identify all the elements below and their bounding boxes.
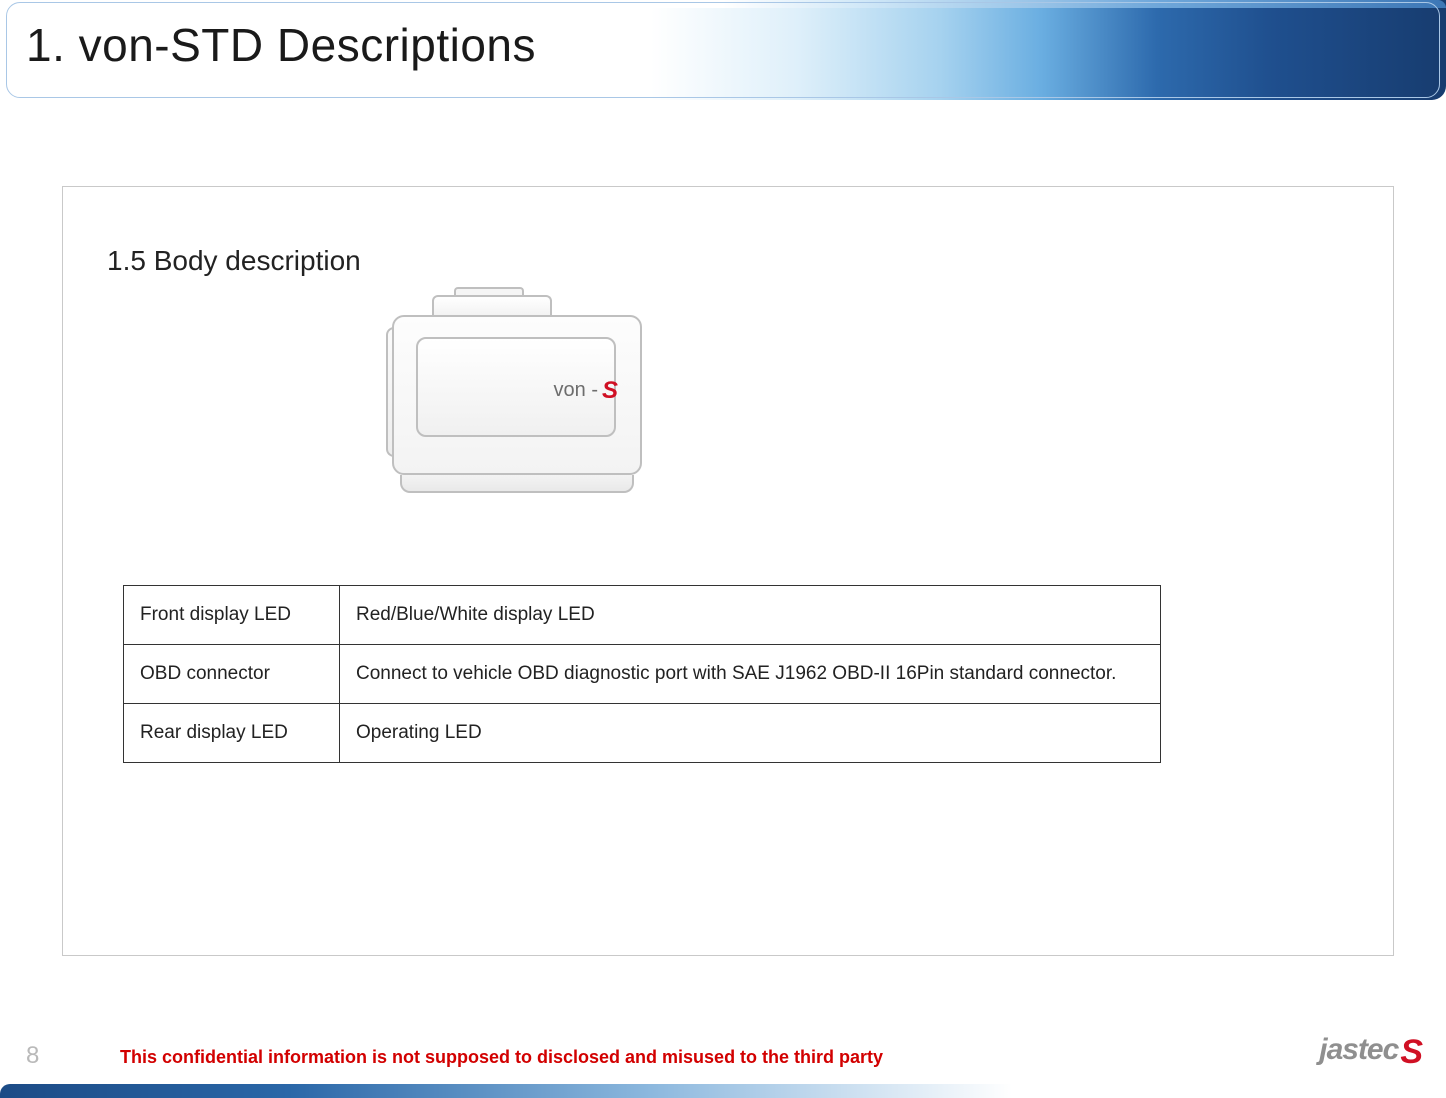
- page-number: 8: [26, 1042, 39, 1070]
- table-cell-label: Front display LED: [124, 586, 340, 645]
- brand-swoosh-icon: S: [1400, 1033, 1422, 1072]
- table-cell-label: Rear display LED: [124, 704, 340, 763]
- spec-table: Front display LED Red/Blue/White display…: [123, 585, 1161, 763]
- table-cell-label: OBD connector: [124, 645, 340, 704]
- page-title: 1. von-STD Descriptions: [26, 18, 536, 72]
- table-cell-desc: Connect to vehicle OBD diagnostic port w…: [340, 645, 1161, 704]
- device-logo-mark: S: [602, 377, 618, 405]
- section-title: 1.5 Body description: [107, 245, 1349, 277]
- table-row: Front display LED Red/Blue/White display…: [124, 586, 1161, 645]
- device-bottom: [400, 475, 634, 493]
- brand-logo: jastecS: [1319, 1029, 1422, 1068]
- table-cell-desc: Operating LED: [340, 704, 1161, 763]
- footer: 8 This confidential information is not s…: [0, 1034, 1446, 1074]
- device-illustration: von -S: [372, 287, 662, 507]
- confidential-notice: This confidential information is not sup…: [120, 1047, 883, 1068]
- bottom-decorative-bar: [0, 1084, 1446, 1098]
- table-row: OBD connector Connect to vehicle OBD dia…: [124, 645, 1161, 704]
- table-cell-desc: Red/Blue/White display LED: [340, 586, 1161, 645]
- brand-text: jastec: [1319, 1033, 1398, 1066]
- device-logo: von -S: [554, 375, 618, 403]
- content-card: 1.5 Body description von -S Front displa…: [62, 186, 1394, 956]
- table-row: Rear display LED Operating LED: [124, 704, 1161, 763]
- device-logo-prefix: von -: [554, 379, 598, 401]
- slide: 1. von-STD Descriptions 1.5 Body descrip…: [0, 0, 1446, 1098]
